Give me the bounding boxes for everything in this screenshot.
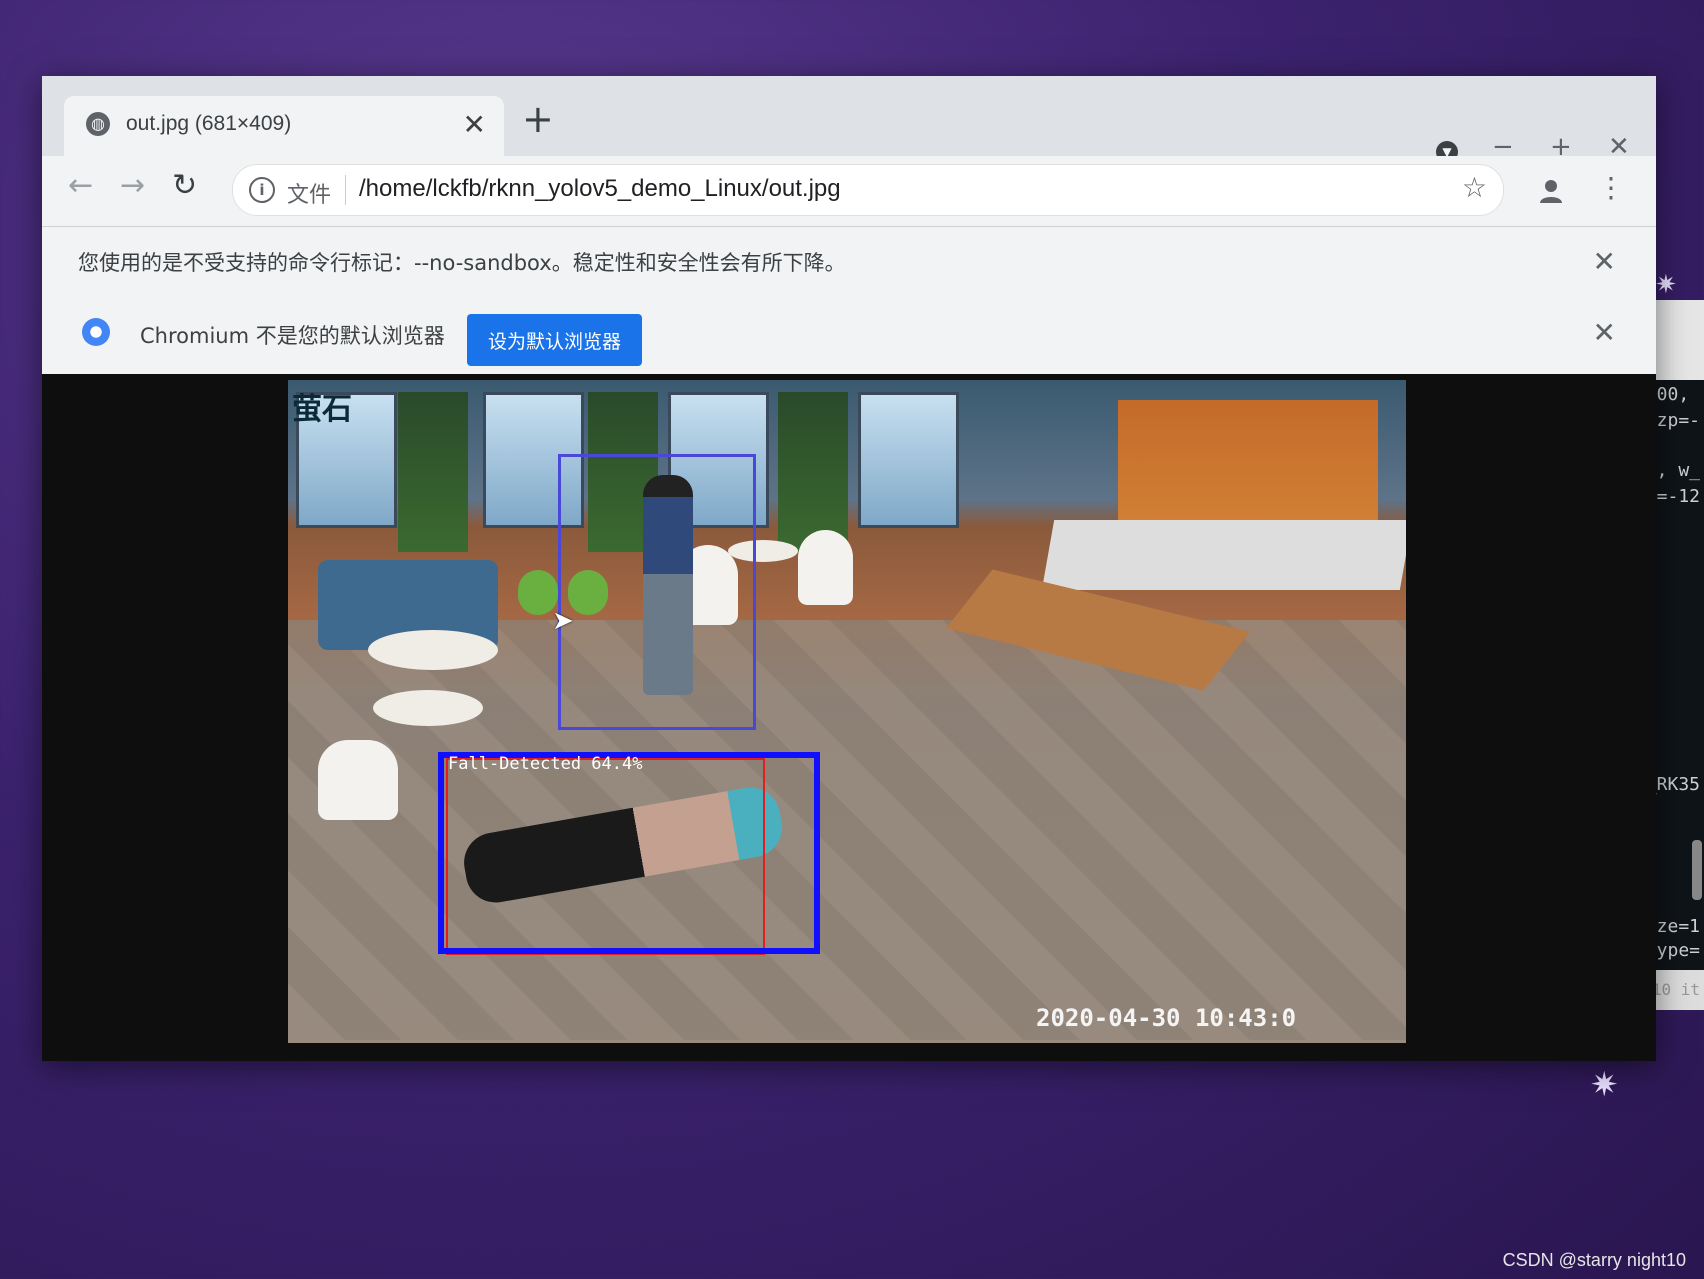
plant-wall <box>398 392 468 552</box>
plant-wall <box>778 392 848 552</box>
camera-logo: 萤石 <box>292 392 352 427</box>
counter <box>1041 520 1406 590</box>
tab-close-icon[interactable]: ✕ <box>463 108 486 141</box>
detection-image: 萤石 Fall-Detected 64.4% 2020-04-30 10:43:… <box>288 380 1406 1043</box>
fall-bounding-box <box>438 752 820 954</box>
account-icon[interactable] <box>1536 176 1566 206</box>
warning-message: 您使用的是不受支持的命令行标记：--no-sandbox。稳定性和安全性会有所下… <box>78 251 846 275</box>
forward-arrow-icon[interactable]: → <box>120 168 145 203</box>
divider <box>345 175 346 205</box>
bookmark-star-icon[interactable]: ☆ <box>1462 171 1487 204</box>
scheme-label: 文件 <box>287 183 332 208</box>
terminal-scrollbar[interactable] <box>1692 840 1702 900</box>
default-bar-close-icon[interactable]: ✕ <box>1593 316 1616 349</box>
tab-strip: ◍ out.jpg (681×409) ✕ + ▼ − + ✕ <box>42 76 1656 163</box>
round-table <box>368 630 498 670</box>
image-viewer: 萤石 Fall-Detected 64.4% 2020-04-30 10:43:… <box>42 374 1656 1061</box>
white-chair <box>798 530 853 605</box>
back-arrow-icon[interactable]: ← <box>68 168 93 203</box>
reload-icon[interactable]: ↻ <box>172 168 197 203</box>
default-browser-message: Chromium 不是您的默认浏览器 <box>140 324 445 348</box>
url-text[interactable]: /home/lckfb/rknn_yolov5_demo_Linux/out.j… <box>359 175 841 203</box>
mouse-cursor-icon: ➤ <box>552 606 574 636</box>
warning-close-icon[interactable]: ✕ <box>1593 245 1616 278</box>
default-browser-bar: Chromium 不是您的默认浏览器 设为默认浏览器 ✕ <box>42 294 1656 374</box>
detection-label: Fall-Detected 64.4% <box>448 754 643 774</box>
browser-window: ◍ out.jpg (681×409) ✕ + ▼ − + ✕ ← → ↻ i … <box>42 76 1656 1061</box>
camera-timestamp: 2020-04-30 10:43:0 <box>1036 1004 1297 1032</box>
more-menu-icon[interactable]: ⋮ <box>1597 174 1625 202</box>
sandbox-warning-bar: 您使用的是不受支持的命令行标记：--no-sandbox。稳定性和安全性会有所下… <box>42 226 1656 296</box>
chromium-icon <box>82 318 110 346</box>
tab-title: out.jpg (681×409) <box>126 112 292 135</box>
terminal-status: 10 it <box>1651 980 1700 999</box>
address-bar[interactable]: i 文件 /home/lckfb/rknn_yolov5_demo_Linux/… <box>232 164 1504 216</box>
sparkle-icon: ✷ <box>1590 1065 1619 1105</box>
round-table <box>373 690 483 726</box>
window-scene <box>858 392 959 528</box>
csdn-watermark: CSDN @starry night10 <box>1502 1250 1686 1270</box>
white-chair <box>318 740 398 820</box>
tab-out-jpg[interactable]: ◍ out.jpg (681×409) ✕ <box>64 96 504 158</box>
person-bounding-box <box>558 454 756 730</box>
set-default-browser-button[interactable]: 设为默认浏览器 <box>467 314 642 366</box>
info-icon[interactable]: i <box>249 177 275 203</box>
new-tab-button[interactable]: + <box>522 100 554 138</box>
toolbar: ← → ↻ i 文件 /home/lckfb/rknn_yolov5_demo_… <box>42 156 1656 226</box>
globe-icon: ◍ <box>86 112 110 136</box>
sparkle-icon: ✷ <box>1655 270 1677 300</box>
